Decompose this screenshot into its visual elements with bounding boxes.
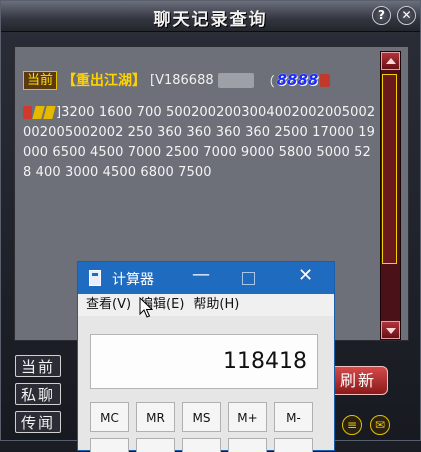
minimize-icon[interactable]: — <box>192 264 210 285</box>
calc-button[interactable] <box>182 438 221 452</box>
menu-help[interactable]: 帮助(H) <box>193 294 239 316</box>
close-icon[interactable]: ✕ <box>298 265 313 286</box>
chat-message: 当前 【重出江湖】 [V186688 （ 8888 ]3200 1600 700… <box>23 69 379 183</box>
close-button[interactable]: ✕ <box>397 6 416 25</box>
scroll-down-arrow-icon[interactable] <box>381 321 400 339</box>
next-button-row <box>90 438 313 452</box>
window-title: 聊天记录查询 <box>153 10 268 30</box>
title-bar: 聊天记录查询 ? ✕ <box>1 1 420 32</box>
m-minus-button[interactable]: M- <box>274 402 313 432</box>
emoji-icons <box>23 106 56 119</box>
fancy-number: 8888 <box>276 71 319 89</box>
mr-button[interactable]: MR <box>136 402 175 432</box>
player-name[interactable]: [V186688 <box>150 73 214 88</box>
message-header: 当前 【重出江湖】 [V186688 （ 8888 <box>23 69 379 91</box>
channel-tag[interactable]: 当前 <box>23 70 58 90</box>
mc-button[interactable]: MC <box>90 402 129 432</box>
server-name[interactable]: 【重出江湖】 <box>62 70 146 90</box>
body-text: 3200 1600 700 50020020030040020020050020… <box>23 105 376 180</box>
calc-button[interactable] <box>90 438 129 452</box>
channel-button-private[interactable]: 私聊 <box>15 383 61 405</box>
channel-button-rumor[interactable]: 传闻 <box>15 411 61 433</box>
calculator-window: 计算器 — ✕ 查看(V) 编辑(E) 帮助(H) 118418 MC MR M… <box>77 261 335 452</box>
message-body: ]3200 1600 700 5002002003004002002005002… <box>23 103 379 183</box>
calc-button[interactable] <box>228 438 267 452</box>
display-value: 118418 <box>223 349 307 374</box>
seven-icon <box>43 106 56 119</box>
scroll-thumb[interactable] <box>382 74 397 264</box>
menu-view[interactable]: 查看(V) <box>86 294 131 316</box>
mail-icon[interactable]: ✉ <box>370 415 390 435</box>
memory-button-row: MC MR MS M+ M- <box>90 402 313 432</box>
refresh-button[interactable]: 刷新 <box>328 366 388 395</box>
mouse-cursor-icon <box>139 297 153 318</box>
calculator-menu-bar: 查看(V) 编辑(E) 帮助(H) <box>78 294 334 316</box>
channel-button-current[interactable]: 当前 <box>15 355 61 377</box>
calculator-display: 118418 <box>90 334 318 389</box>
calc-button[interactable] <box>136 438 175 452</box>
scroll-up-arrow-icon[interactable] <box>381 52 400 70</box>
scrollbar[interactable] <box>380 51 401 340</box>
calc-button[interactable] <box>274 438 313 452</box>
list-icon[interactable]: ≡ <box>342 415 362 435</box>
help-button[interactable]: ? <box>372 6 391 25</box>
dice-icon <box>320 73 331 87</box>
calculator-title: 计算器 <box>112 272 154 288</box>
ms-button[interactable]: MS <box>182 402 221 432</box>
maximize-icon[interactable] <box>242 272 255 285</box>
dice-icon <box>23 106 32 119</box>
open-paren: （ <box>261 74 275 90</box>
calculator-title-bar: 计算器 — ✕ <box>78 262 334 294</box>
calculator-app-icon <box>89 270 101 286</box>
m-plus-button[interactable]: M+ <box>228 402 267 432</box>
redacted-block <box>217 72 254 88</box>
